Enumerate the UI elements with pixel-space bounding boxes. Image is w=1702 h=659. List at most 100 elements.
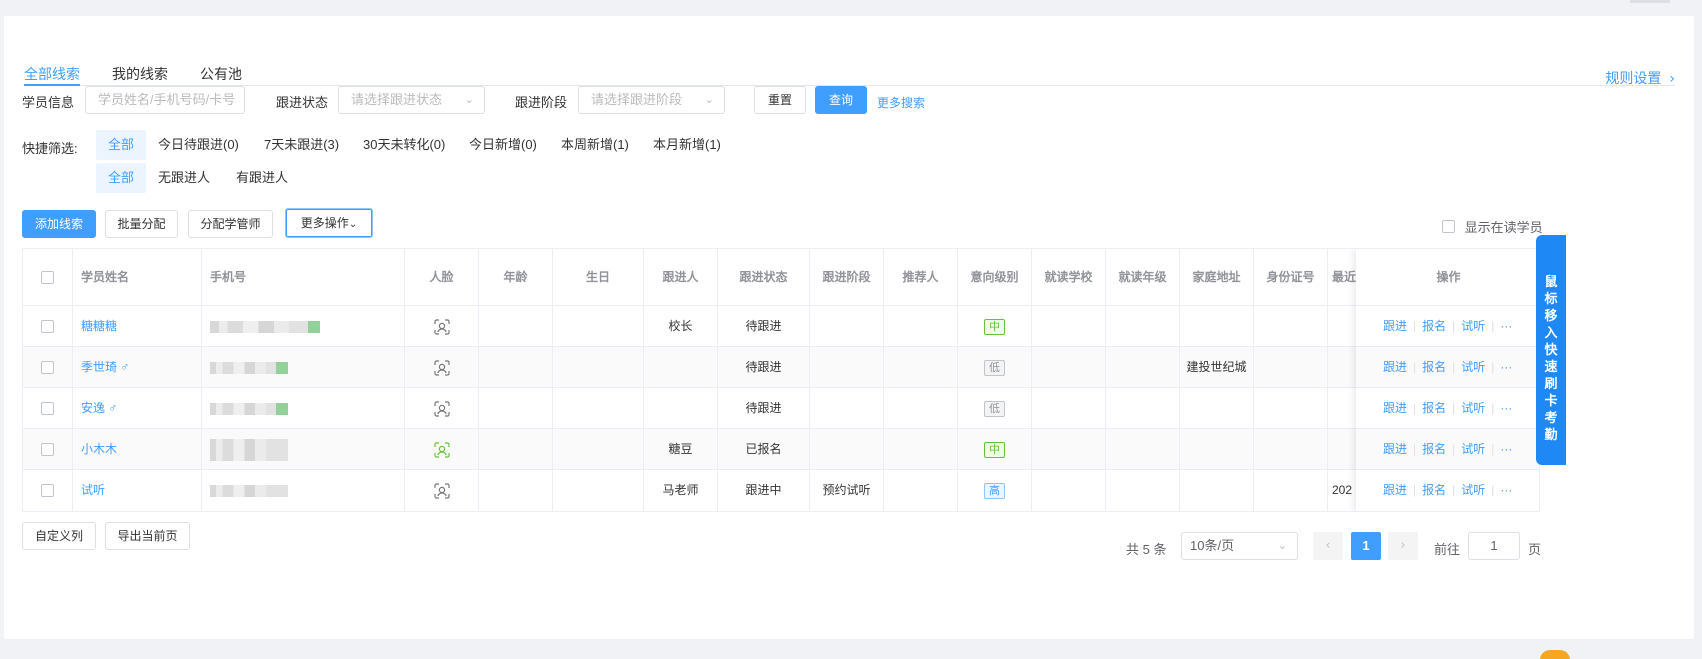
top-scroll-stub [1630,0,1670,3]
add-lead-button[interactable]: 添加线索 [22,210,96,238]
table-row: 试听 马老师 跟进中 预约试听 高 202 [23,470,1539,511]
face-cell[interactable] [405,429,479,470]
header-name: 学员姓名 [73,249,202,306]
quick-filter-month-new[interactable]: 本月新增(1) [641,130,733,160]
enroll-link[interactable]: 报名 [1422,360,1446,374]
row-checkbox[interactable] [41,320,54,334]
show-reading-toggle[interactable]: 显示在读学员 [1442,217,1543,236]
face-scan-icon[interactable] [433,319,450,335]
trial-link[interactable]: 试听 [1461,442,1485,456]
school-cell [1032,429,1106,470]
referrer-cell [884,306,958,347]
row-checkbox-cell[interactable] [23,470,73,511]
student-search-input[interactable]: 学员姓名/手机号码/卡号 [85,86,245,114]
student-name-cell[interactable]: 试听 [73,470,202,511]
row-checkbox[interactable] [41,402,54,416]
custom-columns-button[interactable]: 自定义列 [22,522,96,550]
student-name-cell[interactable]: 小木木 [73,429,202,470]
enroll-link[interactable]: 报名 [1422,483,1446,497]
follower-filter-all[interactable]: 全部 [96,163,147,193]
tab-public-pool[interactable]: 公有池 [200,64,242,84]
face-cell[interactable] [405,347,479,388]
more-ops-icon[interactable]: ··· [1500,360,1512,374]
rule-settings-link[interactable]: 规则设置 › [1605,68,1675,88]
enroll-link[interactable]: 报名 [1422,401,1446,415]
bottom-float-tab[interactable] [1540,650,1570,659]
trial-link[interactable]: 试听 [1461,319,1485,333]
row-checkbox-cell[interactable] [23,429,73,470]
assign-manager-button[interactable]: 分配学管师 [188,210,273,238]
header-phone: 手机号 [202,249,405,306]
quick-filter-today-pending[interactable]: 今日待跟进(0) [146,130,251,160]
row-checkbox-cell[interactable] [23,388,73,429]
enroll-link[interactable]: 报名 [1422,319,1446,333]
student-name-cell[interactable]: 安逸 ♂ [73,388,202,429]
more-search-link[interactable]: 更多搜索 [877,94,925,111]
trial-link[interactable]: 试听 [1461,483,1485,497]
follow-up-link[interactable]: 跟进 [1383,483,1407,497]
grade-cell [1106,429,1180,470]
follow-up-link[interactable]: 跟进 [1383,360,1407,374]
current-page-button[interactable]: 1 [1351,532,1381,560]
row-checkbox[interactable] [41,484,54,498]
trial-link[interactable]: 试听 [1461,360,1485,374]
header-select-all[interactable] [23,249,73,306]
chevron-down-icon: ⌄ [348,219,358,230]
face-cell[interactable] [405,388,479,429]
page-size-select[interactable]: 10条/页 ⌄ [1181,532,1298,560]
student-name-cell[interactable]: 糖糖糖 [73,306,202,347]
row-checkbox-cell[interactable] [23,347,73,388]
tab-all-leads[interactable]: 全部线索 [24,64,80,84]
follower-filter-has[interactable]: 有跟进人 [224,163,300,193]
student-name-link[interactable]: 安逸 ♂ [81,401,117,415]
follower-filter-none[interactable]: 无跟进人 [146,163,222,193]
enroll-link[interactable]: 报名 [1422,442,1446,456]
quick-filter-all[interactable]: 全部 [96,130,147,160]
row-checkbox[interactable] [41,443,54,457]
quick-attendance-float[interactable]: 鼠标移入 快速刷卡考勤 [1536,235,1566,465]
follow-up-link[interactable]: 跟进 [1383,401,1407,415]
student-name-link[interactable]: 糖糖糖 [81,319,117,333]
row-checkbox-cell[interactable] [23,306,73,347]
more-ops-icon[interactable]: ··· [1500,442,1512,456]
face-scan-icon[interactable] [433,483,450,499]
more-actions-button[interactable]: 更多操作⌄ [285,208,373,238]
header-referrer: 推荐人 [884,249,958,306]
quick-attendance-label: 鼠标移入 快速刷卡考勤 [1544,274,1558,442]
quick-filter-7day-unfollowed[interactable]: 7天未跟进(3) [252,130,351,160]
batch-assign-button[interactable]: 批量分配 [105,210,178,238]
follow-stage-select[interactable]: 请选择跟进阶段 ⌄ [578,86,725,114]
face-cell[interactable] [405,470,479,511]
age-cell [479,306,553,347]
follow-up-link[interactable]: 跟进 [1383,442,1407,456]
face-scan-icon[interactable] [433,401,450,417]
row-checkbox[interactable] [41,361,54,375]
select-all-checkbox[interactable] [41,271,54,285]
show-reading-checkbox[interactable] [1442,220,1455,233]
student-name-link[interactable]: 试听 [81,483,105,497]
next-page-button[interactable]: › [1388,532,1418,560]
follow-up-link[interactable]: 跟进 [1383,319,1407,333]
intent-level-badge: 低 [984,359,1005,376]
tab-my-leads[interactable]: 我的线索 [112,64,168,84]
follow-status-select[interactable]: 请选择跟进状态 ⌄ [338,86,485,114]
face-cell[interactable] [405,306,479,347]
header-intent-level: 意向级别 [958,249,1032,306]
reset-button[interactable]: 重置 [754,86,806,114]
more-ops-icon[interactable]: ··· [1500,401,1512,415]
export-page-button[interactable]: 导出当前页 [105,522,190,550]
quick-filter-today-new[interactable]: 今日新增(0) [457,130,549,160]
student-name-link[interactable]: 小木木 [81,442,117,456]
prev-page-button[interactable]: ‹ [1313,532,1343,560]
more-ops-icon[interactable]: ··· [1500,483,1512,497]
face-scan-icon[interactable] [433,360,450,376]
student-name-cell[interactable]: 季世琦 ♂ [73,347,202,388]
quick-filter-30day-unconverted[interactable]: 30天未转化(0) [351,130,457,160]
face-scan-icon[interactable] [433,442,450,458]
goto-page-input[interactable]: 1 [1468,532,1520,560]
query-button[interactable]: 查询 [815,86,867,114]
quick-filter-week-new[interactable]: 本周新增(1) [549,130,641,160]
trial-link[interactable]: 试听 [1461,401,1485,415]
student-name-link[interactable]: 季世琦 ♂ [81,360,129,374]
more-ops-icon[interactable]: ··· [1500,319,1512,333]
